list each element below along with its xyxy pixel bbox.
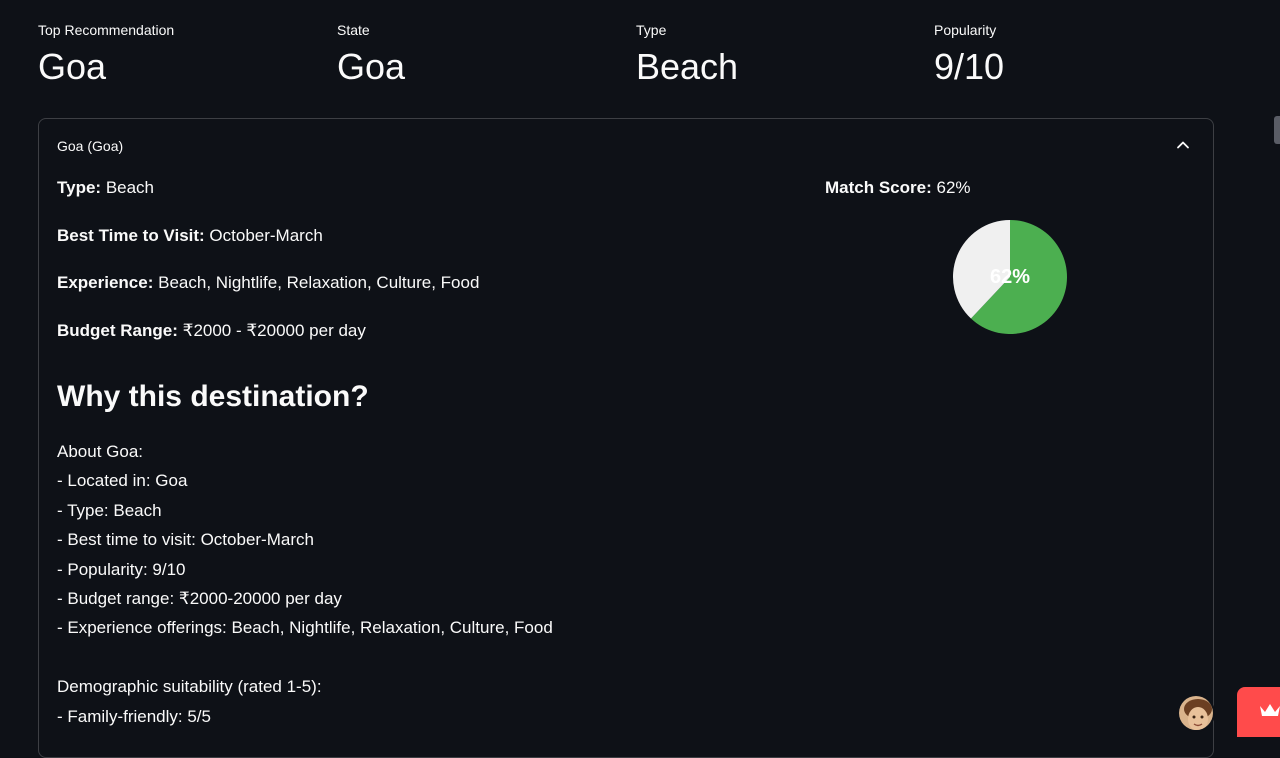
detail-label: Experience: <box>57 273 154 292</box>
detail-type: Type: Beach <box>57 176 154 200</box>
metric-label: Top Recommendation <box>38 22 175 38</box>
match-score-pie-chart: 62% <box>953 220 1067 334</box>
destination-expander: Goa (Goa) Type: Beach Best Time to Visit… <box>38 118 1214 758</box>
detail-budget: Budget Range: ₹2000 - ₹20000 per day <box>57 319 366 343</box>
match-score-value: 62% <box>936 178 971 197</box>
about-line: About Goa: <box>57 442 144 461</box>
detail-value: Beach, Nightlife, Relaxation, Culture, F… <box>158 273 480 292</box>
metric-label: Popularity <box>934 22 997 38</box>
metric-value: 9/10 <box>934 46 1005 87</box>
chevron-up-icon[interactable] <box>1175 137 1191 153</box>
about-block: About Goa: - Located in: Goa - Type: Bea… <box>57 437 553 731</box>
metric-state: State Goa <box>337 20 405 90</box>
about-line: - Best time to visit: October-March <box>57 530 314 550</box>
detail-best-time: Best Time to Visit: October-March <box>57 224 323 248</box>
about-line: - Budget range: ₹2000-20000 per day <box>57 589 342 609</box>
detail-value: Beach <box>105 178 155 197</box>
detail-label: Type: <box>57 178 102 197</box>
avatar[interactable] <box>1177 694 1215 732</box>
metric-popularity: Popularity 9/10 <box>934 20 1004 90</box>
why-heading: Why this destination? <box>57 380 369 413</box>
match-score: Match Score: 62% <box>825 176 971 200</box>
crown-icon <box>1260 704 1280 716</box>
metric-value: Goa <box>38 46 107 87</box>
about-line: - Located in: Goa <box>57 471 188 491</box>
expander-header[interactable]: Goa (Goa) <box>39 119 1213 173</box>
detail-value: October-March <box>209 226 323 245</box>
about-line: - Popularity: 9/10 <box>57 559 186 579</box>
demographic-line: Demographic suitability (rated 1-5): <box>57 677 322 697</box>
metric-type: Type Beach <box>636 20 738 90</box>
about-line: - Experience offerings: Beach, Nightlife… <box>57 618 553 638</box>
metrics-row: Top Recommendation Goa State Goa Type Be… <box>38 20 1214 100</box>
scrollbar-thumb[interactable] <box>1274 116 1280 144</box>
expander-title: Goa (Goa) <box>57 138 124 154</box>
streamlit-badge[interactable] <box>1237 687 1280 737</box>
detail-experience: Experience: Beach, Nightlife, Relaxation… <box>57 271 479 295</box>
metric-label: State <box>337 22 370 38</box>
detail-label: Best Time to Visit: <box>57 226 205 245</box>
demographic-line: - Family-friendly: 5/5 <box>57 706 211 726</box>
metric-value: Goa <box>337 46 406 87</box>
detail-value: ₹2000 - ₹20000 per day <box>182 321 366 340</box>
about-line: - Type: Beach <box>57 500 162 520</box>
detail-label: Budget Range: <box>57 321 178 340</box>
pie-center-label: 62% <box>990 266 1030 288</box>
metric-value: Beach <box>636 46 739 87</box>
metric-top-recommendation: Top Recommendation Goa <box>38 20 174 90</box>
metric-label: Type <box>636 22 667 38</box>
match-score-label: Match Score: <box>825 178 932 197</box>
